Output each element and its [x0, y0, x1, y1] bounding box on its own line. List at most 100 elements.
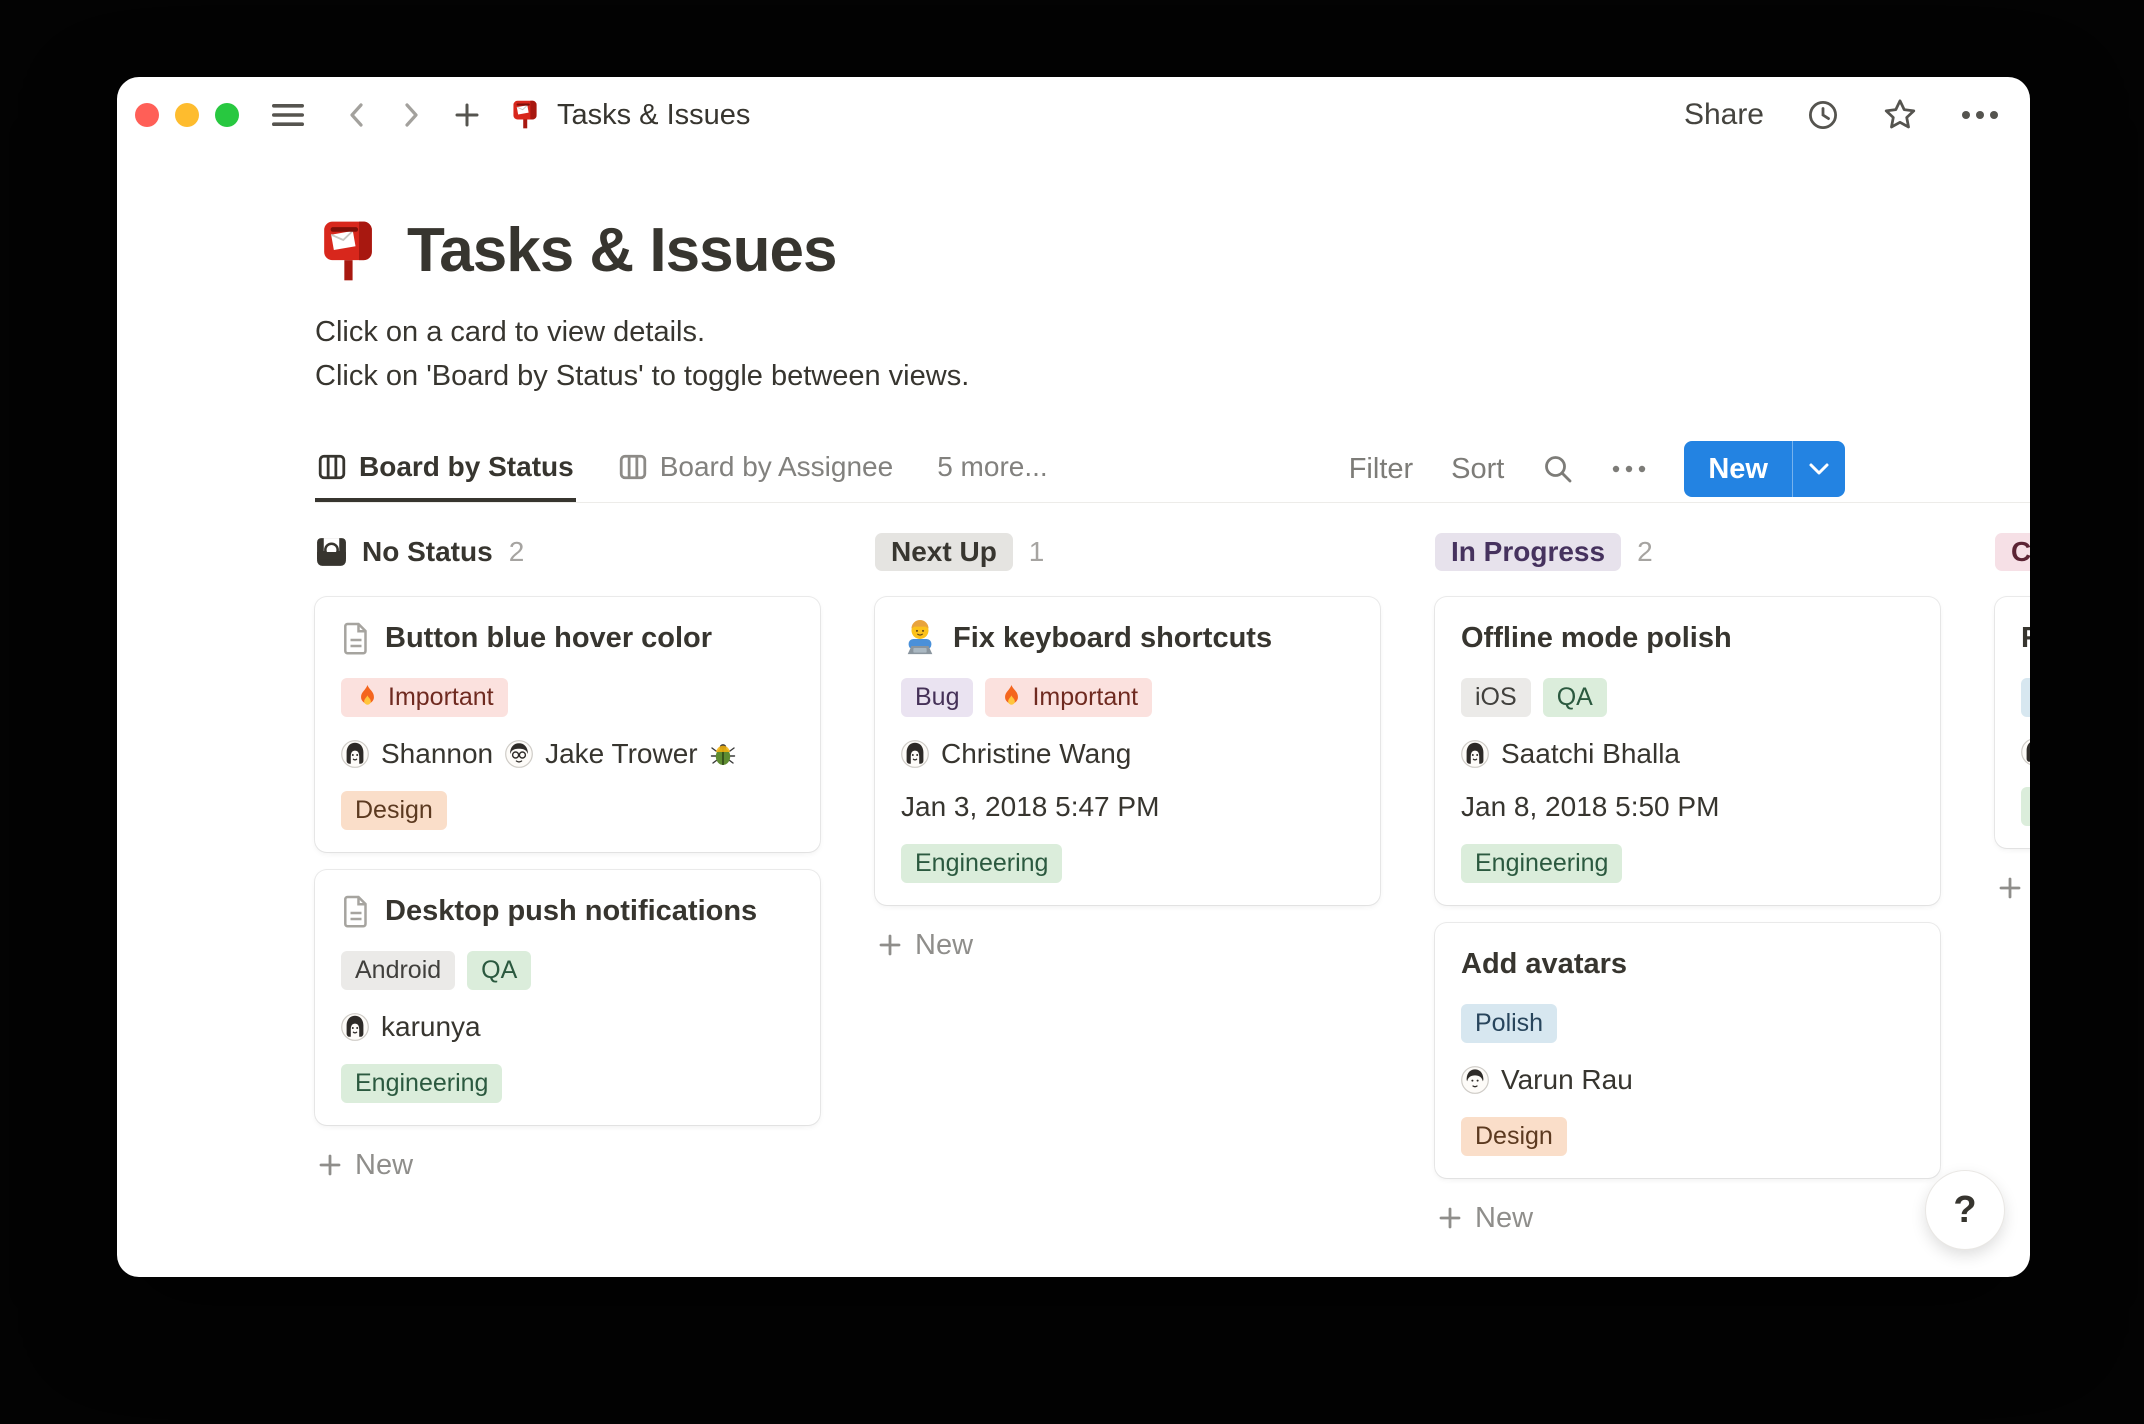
kanban-card[interactable]: Fix keyboard shortcuts Bug Important Christ… — [875, 597, 1380, 905]
kanban-card[interactable]: RP E — [1995, 597, 2030, 848]
person: Varun Rau — [1461, 1064, 1633, 1096]
column-header: C — [1995, 531, 2030, 573]
tag-label: Bug — [915, 683, 960, 711]
tag-qa: QA — [1542, 678, 1607, 717]
tab-more-views[interactable]: 5 more... — [935, 436, 1049, 502]
tab-label: 5 more... — [937, 451, 1048, 482]
page-title[interactable]: Tasks & Issues — [407, 215, 837, 286]
page-icon — [341, 895, 371, 928]
tag-label: Important — [388, 683, 494, 711]
kanban-card[interactable]: Offline mode polish iOS QA Saatchi Bhalla Ja… — [1435, 597, 1940, 905]
favorite-button[interactable] — [1882, 97, 1918, 133]
person: karunya — [341, 1011, 481, 1043]
sort-button[interactable]: Sort — [1451, 453, 1504, 486]
new-tab-button[interactable] — [453, 101, 481, 129]
tab-board-by-assignee[interactable]: Board by Assignee — [616, 436, 896, 502]
plus-icon — [1997, 875, 2023, 901]
avatar — [1461, 740, 1489, 768]
card-title: Offline mode polish — [1461, 621, 1732, 654]
column-header: Next Up 1 — [875, 531, 1380, 573]
person-name: Christine Wang — [941, 738, 1132, 769]
tag-label: Design — [1475, 1122, 1553, 1150]
column-count: 2 — [1637, 536, 1653, 567]
view-options-button[interactable] — [1612, 465, 1646, 473]
help-button[interactable]: ? — [1926, 1171, 2004, 1249]
tab-label: Board by Assignee — [659, 451, 894, 482]
column-title-pill[interactable]: Next Up — [875, 533, 1013, 571]
kanban-card[interactable]: Desktop push notifications Android QA karun… — [315, 870, 820, 1125]
tag-label: Polish — [1475, 1009, 1544, 1037]
page-description-line1: Click on a card to view details. — [315, 316, 706, 348]
avatar — [505, 740, 534, 768]
ellipsis-icon — [1612, 465, 1646, 473]
card-property-row: E — [2021, 787, 2030, 826]
view-tabs: Board by Status Board by Assignee 5 more… — [315, 436, 1050, 502]
card-property-row: P — [2021, 678, 2030, 717]
card-property-row: Jan 3, 2018 5:47 PM — [901, 791, 1354, 823]
nav-back-button[interactable] — [345, 101, 369, 129]
tag-design: Design — [1461, 1117, 1567, 1156]
zoom-button[interactable] — [215, 103, 239, 127]
page-description-line2: Click on 'Board by Status' to toggle bet… — [315, 360, 970, 392]
board-view-icon — [317, 452, 347, 482]
column-title-pill[interactable]: C — [1995, 533, 2030, 571]
new-button[interactable]: New — [1684, 441, 1792, 497]
card-property-row: Varun Rau — [1461, 1064, 1914, 1096]
share-button[interactable]: Share — [1684, 98, 1764, 132]
page-header: Tasks & Issues Click on a card to view d… — [315, 215, 2030, 398]
plus-icon — [1437, 1205, 1463, 1231]
board-column: In Progress 2 Offline mode polish iOS QA Saat… — [1435, 531, 1940, 1240]
kanban-board: No Status 2 Button blue hover color Importa… — [315, 531, 2030, 1240]
add-card-button[interactable]: New — [1995, 866, 2030, 910]
column-title-label: No Status — [362, 536, 493, 567]
tag-polish: Polish — [1461, 1004, 1558, 1043]
board-column: C RP E New — [1995, 531, 2030, 1240]
card-property-row: Android QA — [341, 951, 794, 990]
tag-label: Engineering — [915, 849, 1049, 877]
person: Jake Trower — [505, 738, 736, 770]
inbox-icon — [315, 537, 348, 567]
plus-icon — [453, 101, 481, 129]
avatar — [2021, 738, 2030, 766]
tag-label: Engineering — [1475, 849, 1609, 877]
add-card-button[interactable]: New — [1435, 1196, 1940, 1240]
hamburger-icon — [271, 102, 305, 128]
tag-e: E — [2021, 787, 2030, 826]
tag-p: P — [2021, 678, 2030, 717]
add-card-label: New — [1475, 1201, 1534, 1234]
avatar — [901, 740, 929, 768]
minimize-button[interactable] — [175, 103, 199, 127]
card-property-row: Engineering — [1461, 844, 1914, 883]
add-card-button[interactable]: New — [315, 1143, 820, 1187]
more-button[interactable] — [1960, 110, 2000, 120]
close-button[interactable] — [135, 103, 159, 127]
avatar — [1461, 1066, 1489, 1094]
kanban-card[interactable]: Add avatars Polish Varun Rau Design — [1435, 923, 1940, 1178]
card-property-row: Important — [341, 678, 794, 717]
board-column: No Status 2 Button blue hover color Importa… — [315, 531, 820, 1240]
card-title: R — [2021, 622, 2030, 655]
column-title-pill[interactable]: In Progress — [1435, 533, 1622, 571]
card-property-row: Design — [341, 791, 794, 830]
column-count: 1 — [1028, 536, 1045, 567]
page-emoji-mailbox[interactable] — [315, 216, 381, 286]
sidebar-toggle-button[interactable] — [271, 102, 305, 128]
column-title[interactable]: No Status — [315, 536, 493, 568]
search-button[interactable] — [1542, 453, 1574, 485]
tag-label: Design — [355, 796, 433, 824]
new-button-dropdown[interactable] — [1792, 441, 1845, 497]
tag-bug: Bug — [901, 678, 974, 717]
card-property-row: karunya — [341, 1011, 794, 1043]
titlebar-title: Tasks & Issues — [557, 98, 751, 131]
add-card-button[interactable]: New — [875, 923, 1380, 967]
plus-icon — [317, 1152, 343, 1178]
nav-forward-button[interactable] — [399, 101, 423, 129]
tab-board-by-status[interactable]: Board by Status — [315, 436, 576, 502]
mailbox-icon — [509, 98, 541, 132]
kanban-card[interactable]: Button blue hover color Important Shannon J… — [315, 597, 820, 852]
person: Shannon — [341, 738, 493, 770]
board-column: Next Up 1 Fix keyboard shortcuts Bug Importa… — [875, 531, 1380, 1240]
add-card-label: New — [355, 1148, 414, 1181]
history-button[interactable] — [1806, 98, 1840, 132]
filter-button[interactable]: Filter — [1349, 453, 1413, 486]
